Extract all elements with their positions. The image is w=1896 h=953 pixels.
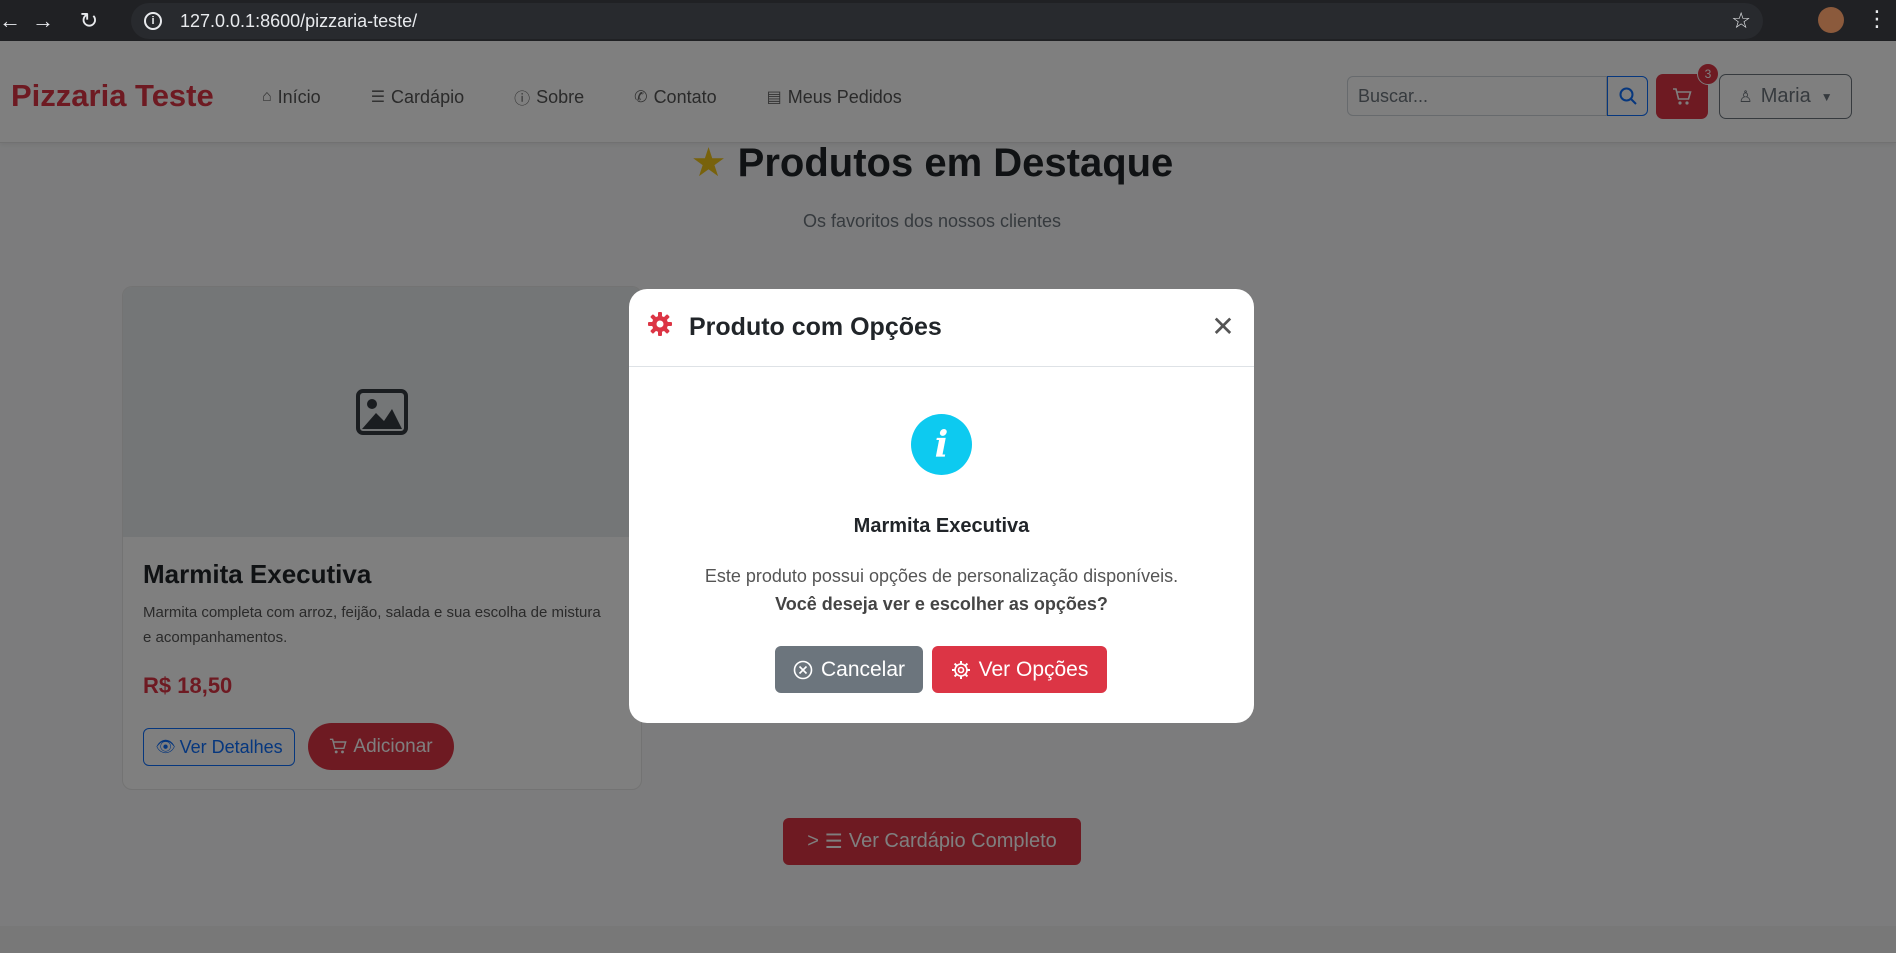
gear-icon [951, 660, 971, 680]
modal-question: Você deseja ver e escolher as opções? [775, 594, 1108, 614]
close-icon[interactable]: ✕ [1210, 313, 1236, 341]
forward-icon[interactable]: → [20, 0, 66, 41]
reload-icon[interactable]: ↻ [66, 0, 112, 41]
gear-icon [647, 311, 673, 344]
view-options-label: Ver Opções [978, 657, 1089, 681]
site-info-icon[interactable]: i [144, 12, 162, 30]
modal-product-name: Marmita Executiva [853, 515, 1030, 537]
browser-menu-icon[interactable]: ⋮ [1866, 6, 1888, 32]
x-circle-icon [793, 660, 813, 680]
modal-title: Produto com Opções [689, 313, 942, 341]
url-text[interactable]: 127.0.0.1:8600/pizzaria-teste/ [180, 11, 417, 32]
browser-toolbar: ← → ↻ i 127.0.0.1:8600/pizzaria-teste/ ☆… [0, 0, 1896, 41]
modal-message-text: Este produto possui opções de personaliz… [704, 566, 1179, 586]
cancel-label: Cancelar [820, 657, 906, 681]
bookmark-star-icon[interactable]: ☆ [1731, 8, 1751, 34]
back-icon[interactable]: ← [0, 0, 21, 41]
profile-avatar[interactable] [1818, 7, 1844, 33]
cancel-button[interactable]: Cancelar [775, 646, 923, 693]
address-bar[interactable]: i 127.0.0.1:8600/pizzaria-teste/ ☆ [131, 3, 1763, 39]
view-options-button[interactable]: Ver Opções [932, 646, 1107, 693]
info-icon: i [911, 414, 972, 475]
modal-message: Este produto possui opções de personaliz… [629, 562, 1254, 618]
product-options-modal: Produto com Opções ✕ i Marmita Executiva… [629, 289, 1254, 723]
modal-header: Produto com Opções ✕ [629, 289, 1254, 367]
